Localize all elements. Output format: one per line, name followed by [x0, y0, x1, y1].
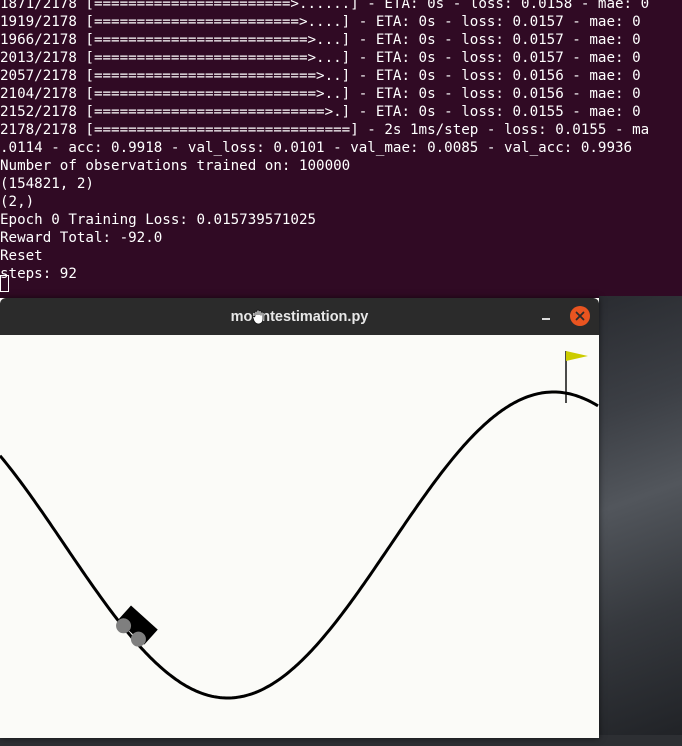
terminal-line: .0114 - acc: 0.9918 - val_loss: 0.0101 -… — [0, 140, 633, 156]
terminal-line: Reset — [0, 248, 43, 264]
window-title: mountestimation.py — [230, 309, 369, 325]
terminal-line: Reward Total: -92.0 — [0, 230, 163, 246]
terminal-line: 2178/2178 [=============================… — [0, 122, 650, 138]
car — [116, 605, 158, 647]
terminal-line: Number of observations trained on: 10000… — [0, 158, 351, 174]
minimize-button[interactable] — [536, 306, 556, 326]
terminal-line: 2057/2178 [==========================>..… — [0, 68, 641, 84]
window-titlebar[interactable]: mountestimation.py — [0, 298, 599, 335]
grab-hand-icon — [252, 309, 264, 325]
mountain-car-scene — [0, 351, 599, 700]
terminal-line: Epoch 0 Training Loss: 0.015739571025 — [0, 212, 317, 228]
terminal-line: (2,) — [0, 194, 35, 210]
flag-banner — [566, 351, 588, 361]
terminal-line: 1966/2178 [=========================>...… — [0, 32, 641, 48]
terminal-line: steps: 92 — [0, 266, 77, 282]
environment-canvas[interactable] — [0, 335, 599, 738]
desktop-background — [599, 296, 682, 746]
close-button[interactable] — [570, 306, 590, 326]
terminal-cursor — [0, 275, 9, 292]
terminal-line: 2013/2178 [=========================>...… — [0, 50, 641, 66]
close-icon — [575, 311, 585, 321]
terminal[interactable]: 1871/2178 [=======================>.....… — [0, 0, 682, 300]
terminal-line: 1919/2178 [========================>....… — [0, 14, 641, 30]
terminal-line: 2104/2178 [==========================>..… — [0, 86, 641, 102]
terminal-line: 2152/2178 [===========================>.… — [0, 104, 641, 120]
render-window[interactable]: mountestimation.py — [0, 298, 599, 738]
mountain-track — [0, 390, 599, 700]
terminal-line: (154821, 2) — [0, 176, 94, 192]
terminal-line: 1871/2178 [=======================>.....… — [0, 0, 650, 12]
